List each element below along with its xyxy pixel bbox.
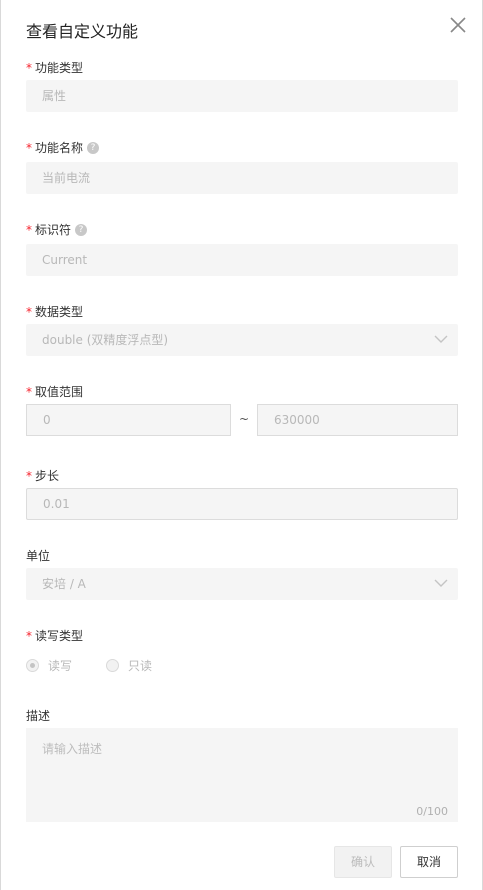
radio-unchecked-icon xyxy=(106,659,119,672)
data-type-label-text: 数据类型 xyxy=(35,305,84,319)
identifier-label-text: 标识符 xyxy=(35,223,72,237)
description-label: 描述 xyxy=(26,707,50,724)
radio-read-write[interactable]: 读写 xyxy=(26,657,72,674)
range-max-input[interactable]: 630000 xyxy=(257,404,458,436)
description-label-text: 描述 xyxy=(26,709,51,723)
radio-read-only-label: 只读 xyxy=(128,659,153,673)
required-mark: * xyxy=(26,140,32,155)
function-type-field[interactable]: 属性 xyxy=(26,80,458,112)
function-name-label: * 功能名称 ? xyxy=(26,139,100,156)
close-icon[interactable] xyxy=(447,14,469,36)
help-icon[interactable]: ? xyxy=(75,223,88,236)
required-mark: * xyxy=(26,468,32,483)
value-range-label: * 取值范围 xyxy=(26,383,83,400)
required-mark: * xyxy=(26,628,32,643)
unit-label-text: 单位 xyxy=(26,549,51,563)
chevron-down-icon xyxy=(434,335,448,343)
step-label-text: 步长 xyxy=(35,469,60,483)
description-textarea[interactable]: 请输入描述 0/100 xyxy=(26,728,458,822)
range-min-input[interactable]: 0 xyxy=(26,404,231,436)
value-range-label-text: 取值范围 xyxy=(35,385,84,399)
unit-select[interactable]: 安培 / A xyxy=(26,568,458,600)
function-name-label-text: 功能名称 xyxy=(35,141,84,155)
required-mark: * xyxy=(26,304,32,319)
help-icon[interactable]: ? xyxy=(87,141,100,154)
function-type-label-text: 功能类型 xyxy=(35,61,84,75)
confirm-button[interactable]: 确认 xyxy=(334,846,392,878)
cancel-button[interactable]: 取消 xyxy=(400,846,458,878)
dialog-title: 查看自定义功能 xyxy=(26,22,139,41)
description-placeholder: 请输入描述 xyxy=(42,742,103,756)
range-separator: ~ xyxy=(239,412,250,426)
data-type-value: double (双精度浮点型) xyxy=(42,333,169,347)
radio-read-only[interactable]: 只读 xyxy=(106,657,152,674)
chevron-down-icon xyxy=(434,579,448,587)
function-name-field[interactable]: 当前电流 xyxy=(26,162,458,194)
unit-label: 单位 xyxy=(26,547,50,564)
identifier-label: * 标识符 ? xyxy=(26,221,88,238)
required-mark: * xyxy=(26,222,32,237)
rw-type-label: * 读写类型 xyxy=(26,627,83,644)
required-mark: * xyxy=(26,384,32,399)
view-custom-function-dialog: 查看自定义功能 * 功能类型 属性 * 功能名称 ? 当前电流 * 标识符 ? … xyxy=(0,0,483,890)
data-type-label: * 数据类型 xyxy=(26,303,83,320)
step-input[interactable]: 0.01 xyxy=(26,488,458,520)
rw-type-label-text: 读写类型 xyxy=(35,629,84,643)
unit-value: 安培 / A xyxy=(42,577,86,591)
step-label: * 步长 xyxy=(26,467,59,484)
function-type-label: * 功能类型 xyxy=(26,59,83,76)
radio-read-write-label: 读写 xyxy=(48,659,73,673)
required-mark: * xyxy=(26,60,32,75)
char-counter: 0/100 xyxy=(416,805,448,818)
radio-checked-icon xyxy=(26,659,39,672)
identifier-field[interactable]: Current xyxy=(26,244,458,276)
data-type-select[interactable]: double (双精度浮点型) xyxy=(26,324,458,356)
